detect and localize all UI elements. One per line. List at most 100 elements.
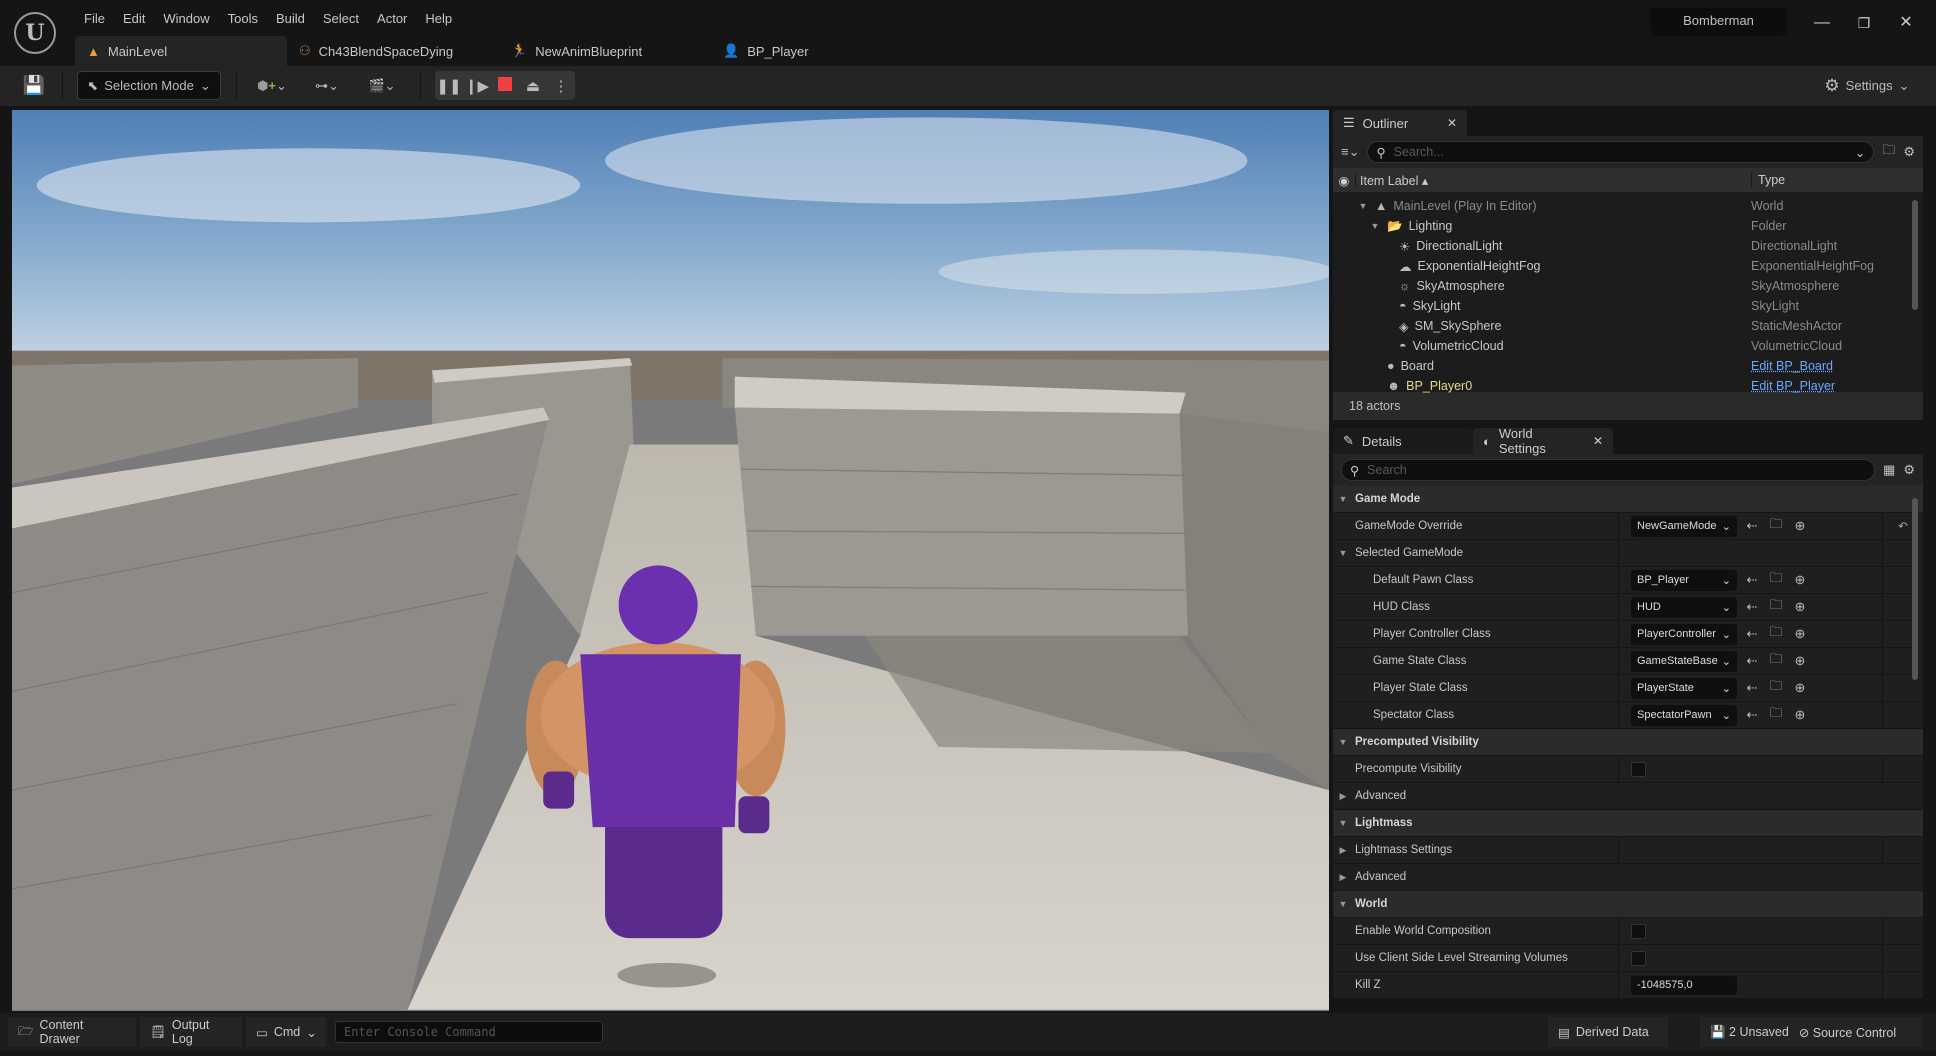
list-item[interactable]: ☁ ExponentialHeightFog ExponentialHeightFo… (1333, 256, 1923, 276)
property-checkbox[interactable] (1631, 950, 1646, 966)
content-drawer-button[interactable]: 🗁 Content Drawer (8, 1017, 136, 1047)
more-options-icon[interactable]: ⋮ (547, 77, 575, 95)
details-scrollbar[interactable] (1912, 498, 1918, 680)
expand-arrow-icon[interactable]: ▼ (1337, 494, 1349, 504)
add-actor-button[interactable]: ⬢+ ⌄ (253, 71, 291, 100)
save-icon[interactable]: 💾 (20, 71, 48, 100)
browse-folder-icon[interactable]: 🗀 (1767, 623, 1785, 645)
list-item[interactable]: ☻ BP_Player0 Edit BP_Player (1333, 376, 1923, 396)
outliner-scrollbar[interactable] (1912, 200, 1918, 310)
expand-arrow-icon[interactable]: ▼ (1337, 737, 1349, 747)
browse-folder-icon[interactable]: 🗀 (1767, 677, 1785, 699)
class-picker-dropdown[interactable]: PlayerController ⌄ (1631, 623, 1737, 645)
edit-blueprint-link[interactable]: Edit BP_Player (1745, 379, 1835, 393)
browse-back-icon[interactable]: ⇠ (1743, 707, 1761, 723)
tab-outliner[interactable]: ☰ Outliner ✕ (1333, 110, 1467, 136)
browse-back-icon[interactable]: ⇠ (1743, 680, 1761, 696)
step-frame-icon[interactable]: ❙▶ (463, 77, 491, 95)
tab-world-settings[interactable]: ◐ World Settings ✕ (1473, 426, 1613, 456)
category-lightmass[interactable]: ▼ Lightmass (1333, 810, 1923, 837)
tab-newanimblueprint[interactable]: 🏃 NewAnimBlueprint (499, 36, 711, 66)
menu-build[interactable]: Build (267, 8, 314, 30)
list-item[interactable]: ▼ 📂 Lighting Folder (1333, 216, 1923, 236)
cmd-dropdown[interactable]: ▭ Cmd ⌄ (246, 1017, 326, 1047)
class-picker-dropdown[interactable]: GameStateBase ⌄ (1631, 650, 1737, 672)
add-new-icon[interactable]: ⊕ (1791, 518, 1809, 534)
edit-blueprint-link[interactable]: Edit BP_Board (1745, 359, 1833, 373)
expand-arrow-icon[interactable]: ▼ (1337, 548, 1349, 558)
class-picker-dropdown[interactable]: BP_Player ⌄ (1631, 569, 1737, 591)
chevron-down-icon[interactable]: ⌄ (1855, 145, 1865, 160)
expand-arrow-icon[interactable]: ▼ (1357, 201, 1369, 211)
add-new-icon[interactable]: ⊕ (1791, 653, 1809, 669)
close-window-button[interactable]: ✕ (1891, 12, 1921, 34)
browse-back-icon[interactable]: ⇠ (1743, 518, 1761, 534)
visibility-eye-icon[interactable]: ◉ (1333, 173, 1355, 188)
tab-mainlevel[interactable]: ▲ MainLevel (75, 36, 287, 66)
table-view-icon[interactable]: ▦ (1883, 462, 1895, 478)
browse-folder-icon[interactable]: 🗀 (1767, 515, 1785, 537)
column-item-label[interactable]: Item Label ▴ (1355, 172, 1751, 188)
blueprint-menu-button[interactable]: ⊶ ⌄ (309, 71, 345, 100)
browse-folder-icon[interactable]: 🗀 (1767, 650, 1785, 672)
expand-arrow-icon[interactable]: ▶ (1337, 845, 1349, 856)
outliner-search-input[interactable]: ⚲ Search... ⌄ (1367, 141, 1875, 163)
browse-back-icon[interactable]: ⇠ (1743, 572, 1761, 588)
list-item[interactable]: ▼ ▲ MainLevel (Play In Editor) World (1333, 196, 1923, 216)
expand-arrow-icon[interactable]: ▶ (1337, 872, 1349, 883)
level-viewport[interactable] (12, 110, 1329, 1011)
class-picker-dropdown[interactable]: SpectatorPawn ⌄ (1631, 704, 1737, 726)
add-folder-icon[interactable]: 🗀 (1882, 141, 1895, 163)
browse-back-icon[interactable]: ⇠ (1743, 653, 1761, 669)
unsaved-button[interactable]: 💾 2 Unsaved (1710, 1025, 1789, 1040)
close-icon[interactable]: ✕ (1579, 434, 1603, 448)
class-picker-dropdown[interactable]: HUD ⌄ (1631, 596, 1737, 618)
menu-help[interactable]: Help (416, 8, 461, 30)
category-game-mode[interactable]: ▼ Game Mode (1333, 486, 1923, 513)
class-picker-dropdown[interactable]: PlayerState ⌄ (1631, 677, 1737, 699)
menu-tools[interactable]: Tools (219, 8, 267, 30)
close-icon[interactable]: ✕ (1417, 116, 1457, 130)
category-precomputed-visibility[interactable]: ▼ Precomputed Visibility (1333, 729, 1923, 756)
filter-icon[interactable]: ≡⌄ (1341, 144, 1359, 160)
menu-window[interactable]: Window (154, 8, 218, 30)
column-type[interactable]: Type (1751, 173, 1785, 187)
list-item[interactable]: ◓ SkyLight SkyLight (1333, 296, 1923, 316)
cinematics-button[interactable]: 🎬 ⌄ (363, 71, 401, 100)
eject-icon[interactable]: ⏏ (519, 77, 547, 95)
menu-edit[interactable]: Edit (114, 8, 154, 30)
details-search-input[interactable]: ⚲ Search (1341, 459, 1876, 481)
menu-select[interactable]: Select (314, 8, 368, 30)
class-picker-dropdown[interactable]: NewGameMode ⌄ (1631, 515, 1737, 537)
property-checkbox[interactable] (1631, 761, 1646, 777)
add-new-icon[interactable]: ⊕ (1791, 572, 1809, 588)
browse-folder-icon[interactable]: 🗀 (1767, 596, 1785, 618)
tab-ch43blendspacedying[interactable]: ⚇ Ch43BlendSpaceDying (287, 36, 499, 66)
number-input[interactable]: -1048575,0 (1631, 975, 1737, 995)
browse-back-icon[interactable]: ⇠ (1743, 626, 1761, 642)
expand-arrow-icon[interactable]: ▼ (1337, 899, 1349, 909)
browse-folder-icon[interactable]: 🗀 (1767, 569, 1785, 591)
minimize-button[interactable]: — (1807, 12, 1837, 34)
gear-icon[interactable]: ⚙ (1903, 462, 1915, 478)
browse-back-icon[interactable]: ⇠ (1743, 599, 1761, 615)
menu-file[interactable]: File (75, 8, 114, 30)
pause-icon[interactable]: ❚❚ (435, 77, 463, 95)
property-checkbox[interactable] (1631, 923, 1646, 939)
list-item[interactable]: ◈ SM_SkySphere StaticMeshActor (1333, 316, 1923, 336)
list-item[interactable]: ☼ SkyAtmosphere SkyAtmosphere (1333, 276, 1923, 296)
category-world[interactable]: ▼ World (1333, 891, 1923, 918)
stop-icon[interactable] (491, 76, 519, 95)
unreal-logo-icon[interactable]: U (14, 12, 56, 54)
gear-icon[interactable]: ⚙ (1903, 144, 1915, 160)
add-new-icon[interactable]: ⊕ (1791, 626, 1809, 642)
expand-arrow-icon[interactable]: ▶ (1337, 791, 1349, 802)
list-item[interactable]: ● Board Edit BP_Board (1333, 356, 1923, 376)
expand-arrow-icon[interactable]: ▼ (1337, 818, 1349, 828)
source-control-button[interactable]: ⊘ Source Control (1799, 1025, 1896, 1040)
list-item[interactable]: ◓ VolumetricCloud VolumetricCloud (1333, 336, 1923, 356)
output-log-button[interactable]: 🗒 Output Log (140, 1017, 242, 1047)
tab-bp_player[interactable]: 👤 BP_Player (711, 36, 923, 66)
derived-data-button[interactable]: ▤ Derived Data (1548, 1017, 1668, 1047)
list-item[interactable]: ☀ DirectionalLight DirectionalLight (1333, 236, 1923, 256)
